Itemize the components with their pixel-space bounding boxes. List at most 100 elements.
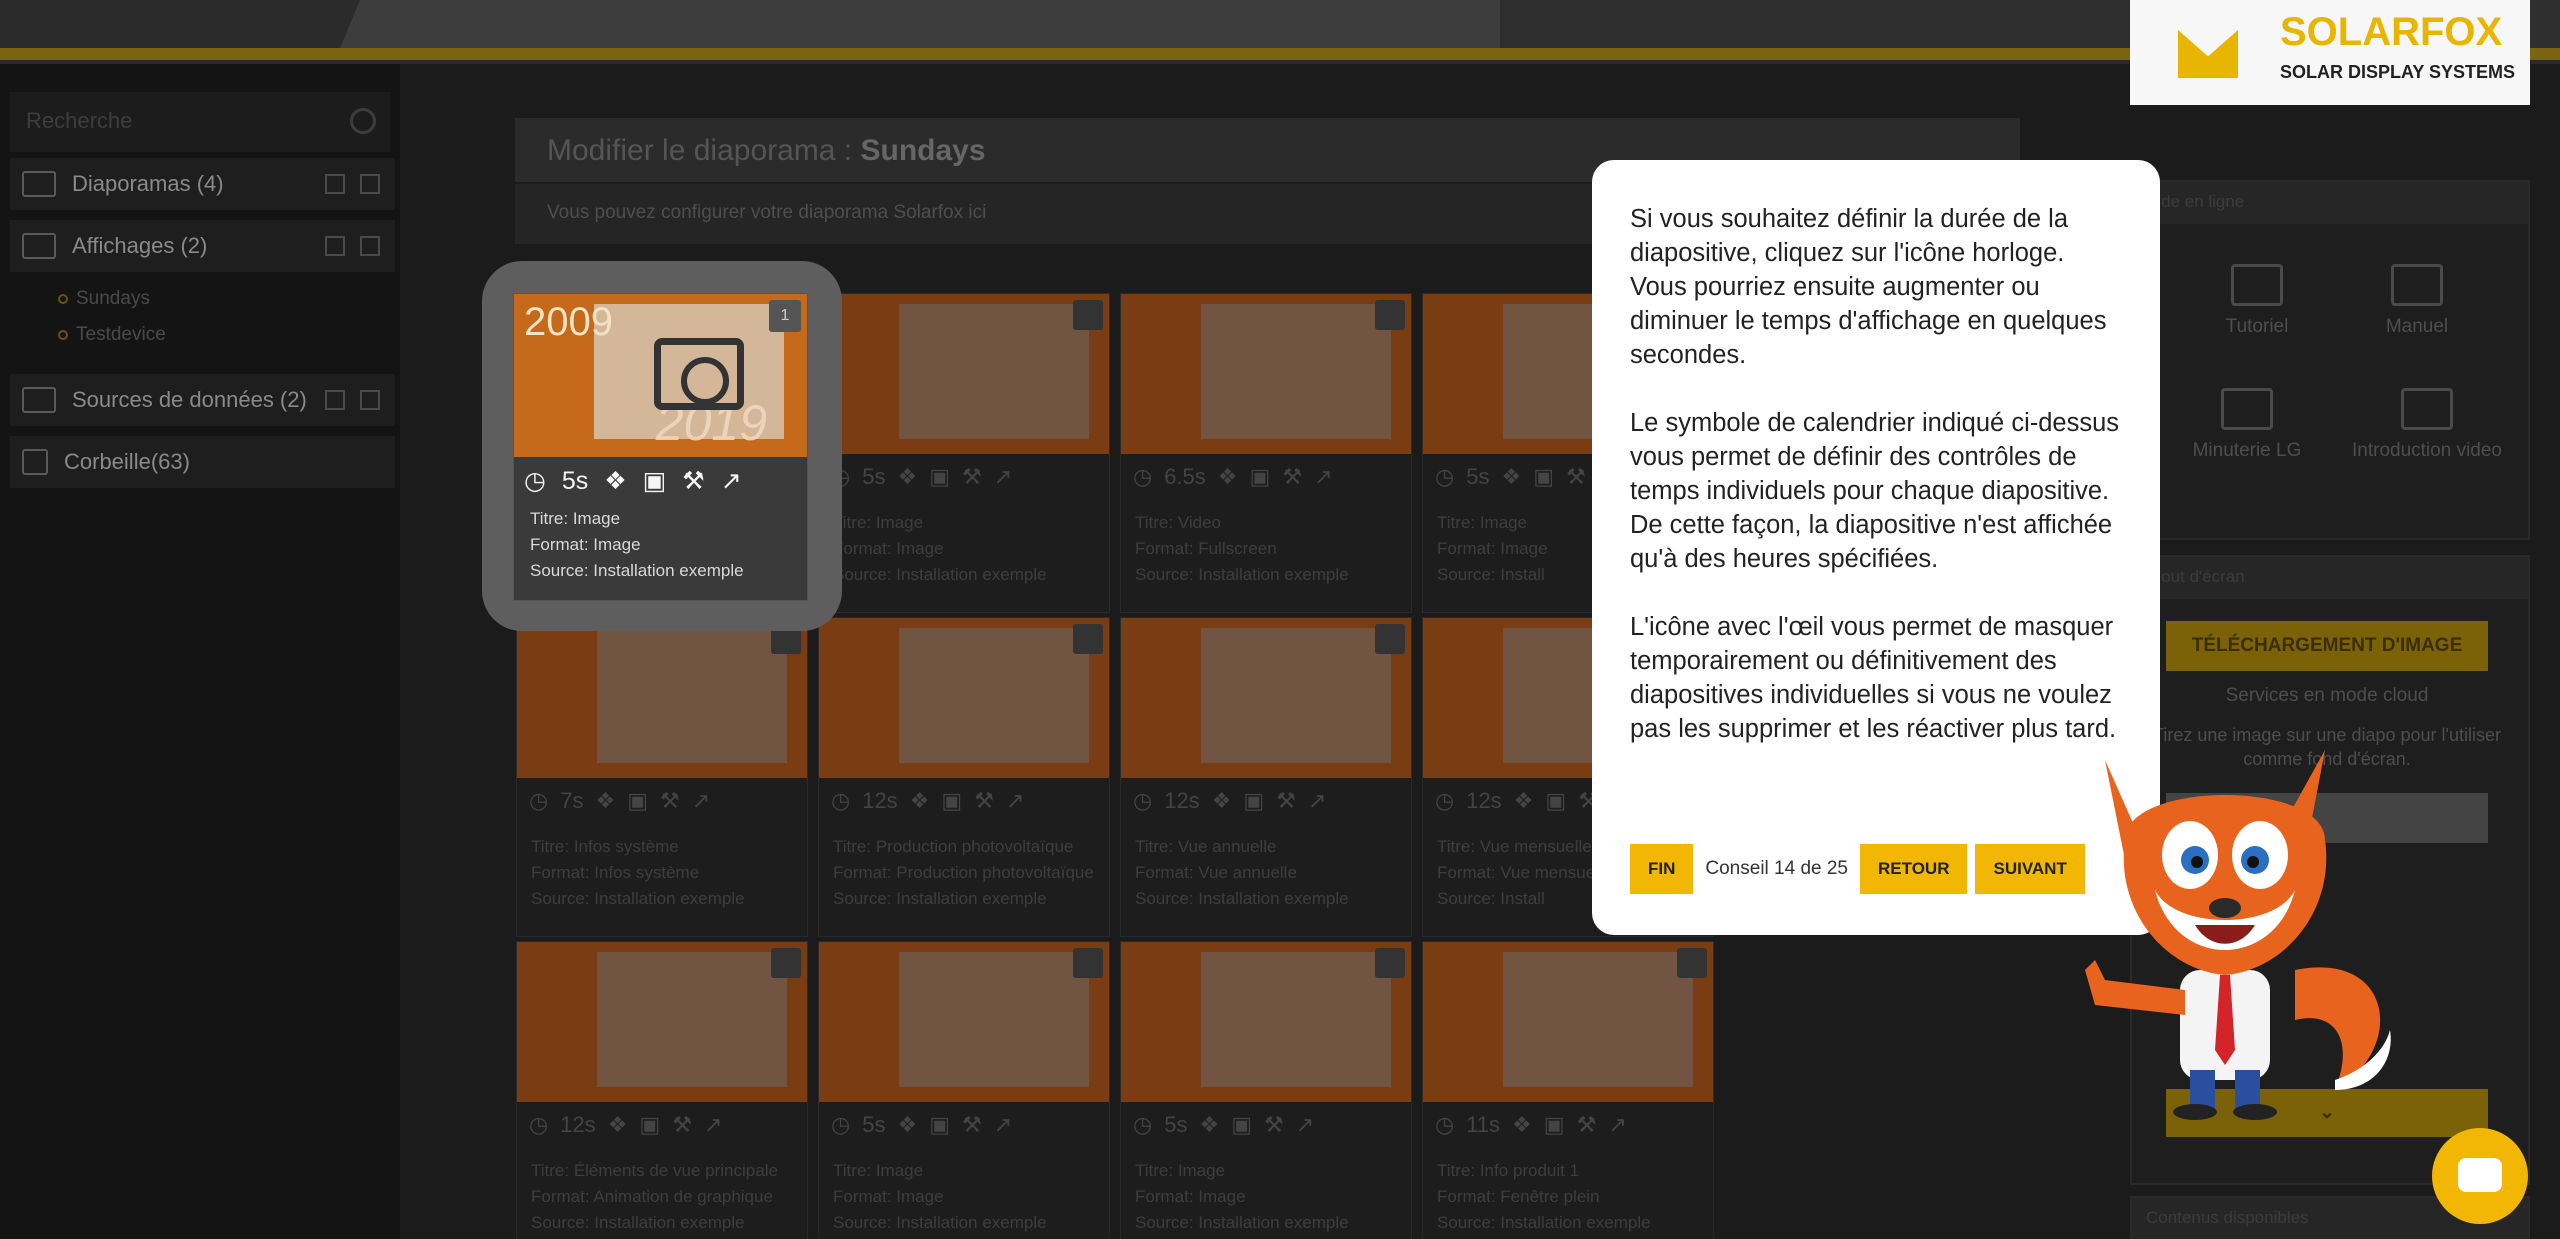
clock-icon[interactable]: ◷ [1435,788,1454,814]
duration-label[interactable]: 12s [1466,788,1501,814]
external-link-icon[interactable]: ↗ [1308,788,1326,814]
slide-thumbnail[interactable] [1121,942,1411,1102]
slide-card[interactable]: ◷ 6.5s ❖ ▣ ⚒ ↗ Titre: Video Format: Fullscreen S… [1120,293,1412,613]
add-icon[interactable] [325,236,345,256]
upload-header[interactable]: Ajout d'écran [2132,557,2528,599]
clock-icon[interactable]: ◷ [1133,464,1152,490]
clock-icon[interactable]: ◷ [831,1112,850,1138]
lock-icon[interactable]: ▣ [1545,788,1566,814]
slide-card[interactable]: ◷5s❖▣⚒↗Titre: ImageFormat: ImageSource: … [818,941,1110,1239]
wrench-icon[interactable]: ⚒ [1264,1112,1284,1138]
slide-card[interactable]: ◷5s❖▣⚒↗Titre: ImageFormat: ImageSource: … [818,293,1110,613]
slide-thumbnail[interactable] [1121,618,1411,778]
eye-icon[interactable]: ❖ [1501,464,1521,490]
clock-icon[interactable]: ◷ [1435,1112,1454,1138]
slide-thumbnail[interactable] [819,942,1109,1102]
eye-icon[interactable]: ❖ [595,788,615,814]
clock-icon[interactable]: ◷ [1133,788,1152,814]
lock-icon[interactable]: ▣ [1544,1112,1565,1138]
slide-thumbnail[interactable]: 2009 2019 1 [514,294,807,457]
external-link-icon[interactable]: ↗ [692,788,710,814]
wrench-icon[interactable]: ⚒ [962,464,982,490]
clock-icon[interactable]: ◷ [1435,464,1454,490]
clock-icon[interactable]: ◷ [529,1112,548,1138]
eye-icon[interactable]: ❖ [1199,1112,1219,1138]
duration-label[interactable]: 5s [562,467,588,496]
wrench-icon[interactable]: ⚒ [974,788,994,814]
lock-icon[interactable]: ▣ [1250,464,1271,490]
wrench-icon[interactable]: ⚒ [1282,464,1302,490]
duration-label[interactable]: 5s [862,464,885,490]
collapse-icon[interactable] [360,236,380,256]
external-link-icon[interactable]: ↗ [994,1112,1012,1138]
slide-thumbnail[interactable] [819,294,1109,454]
eye-icon[interactable]: ❖ [1514,788,1534,814]
wrench-icon[interactable]: ⚒ [660,788,680,814]
slide-thumbnail[interactable] [819,618,1109,778]
duration-label[interactable]: 5s [1466,464,1489,490]
slide-thumbnail[interactable] [517,618,807,778]
clock-icon[interactable]: ◷ [1133,1112,1152,1138]
slide-card[interactable]: ◷ 11s ❖ ▣ ⚒ ↗ Titre: Info produit 1 Format: Fen… [1422,941,1714,1239]
wrench-icon[interactable]: ⚒ [672,1112,692,1138]
help-header[interactable]: Aide en ligne [2132,182,2528,224]
expand-icon[interactable] [360,390,380,410]
clock-icon[interactable]: ◷ [831,788,850,814]
nav-diaporamas[interactable]: Diaporamas (4) [10,158,395,210]
duration-label[interactable]: 12s [862,788,897,814]
eye-icon[interactable]: ❖ [910,788,930,814]
eye-icon[interactable]: ❖ [604,466,626,496]
duration-label[interactable]: 12s [1164,788,1199,814]
eye-icon[interactable]: ❖ [1218,464,1238,490]
wrench-icon[interactable]: ⚒ [682,466,704,496]
tutoriel-link[interactable]: Tutoriel [2192,264,2322,338]
cloud-services-link[interactable]: Services en mode cloud [2166,685,2488,707]
external-link-icon[interactable]: ↗ [721,466,742,496]
search-input[interactable]: Recherche [10,92,390,152]
wrench-icon[interactable]: ⚒ [1577,1112,1597,1138]
duration-label[interactable]: 6.5s [1164,464,1206,490]
external-link-icon[interactable]: ↗ [994,464,1012,490]
lock-icon[interactable]: ▣ [1533,464,1554,490]
lock-icon[interactable]: ▣ [643,466,667,496]
add-icon[interactable] [325,174,345,194]
slide-thumbnail[interactable] [517,942,807,1102]
nav-sources[interactable]: Sources de données (2) [10,374,395,426]
eye-icon[interactable]: ❖ [608,1112,628,1138]
lock-icon[interactable]: ▣ [639,1112,660,1138]
duration-label[interactable]: 5s [1164,1112,1187,1138]
sidebar-item-testdevice[interactable]: Testdevice [58,324,166,346]
eye-icon[interactable]: ❖ [1212,788,1232,814]
lock-icon[interactable]: ▣ [627,788,648,814]
nav-affichages[interactable]: Affichages (2) [10,220,395,272]
clock-icon[interactable]: ◷ [524,466,546,496]
eye-icon[interactable]: ❖ [1512,1112,1532,1138]
slide-card[interactable]: ◷ 12s ❖ ▣ ⚒ ↗ Titre: Production photovoltaïque… [818,617,1110,937]
external-link-icon[interactable]: ↗ [1296,1112,1314,1138]
manuel-link[interactable]: Manuel [2352,264,2482,338]
slide-card[interactable]: ◷ 7s ❖ ▣ ⚒ ↗ Titre: Infos système Format: Infos… [516,617,808,937]
slide-card[interactable]: ◷ 12s ❖ ▣ ⚒ ↗ Titre: Éléments de vue principal… [516,941,808,1239]
duration-label[interactable]: 5s [862,1112,885,1138]
minuterie-link[interactable]: Minuterie LG [2172,388,2322,462]
upload-image-button[interactable]: TÉLÉCHARGEMENT D'IMAGE [2166,621,2488,671]
expand-icon[interactable] [360,174,380,194]
intro-video-link[interactable]: Introduction video [2327,388,2527,462]
lock-icon[interactable]: ▣ [1231,1112,1252,1138]
duration-label[interactable]: 12s [560,1112,595,1138]
external-link-icon[interactable]: ↗ [1314,464,1332,490]
external-link-icon[interactable]: ↗ [704,1112,722,1138]
chat-button[interactable] [2432,1128,2528,1224]
external-link-icon[interactable]: ↗ [1608,1112,1626,1138]
retour-button[interactable]: RETOUR [1860,844,1968,894]
add-icon[interactable] [325,390,345,410]
slide-card[interactable]: ◷ 12s ❖ ▣ ⚒ ↗ Titre: Vue annuelle Format: Vue a… [1120,617,1412,937]
lock-icon[interactable]: ▣ [1243,788,1264,814]
wrench-icon[interactable]: ⚒ [1566,464,1586,490]
slide-thumbnail[interactable] [1423,942,1713,1102]
lock-icon[interactable]: ▣ [929,1112,950,1138]
clock-icon[interactable]: ◷ [529,788,548,814]
duration-label[interactable]: 7s [560,788,583,814]
wrench-icon[interactable]: ⚒ [1276,788,1296,814]
external-link-icon[interactable]: ↗ [1006,788,1024,814]
